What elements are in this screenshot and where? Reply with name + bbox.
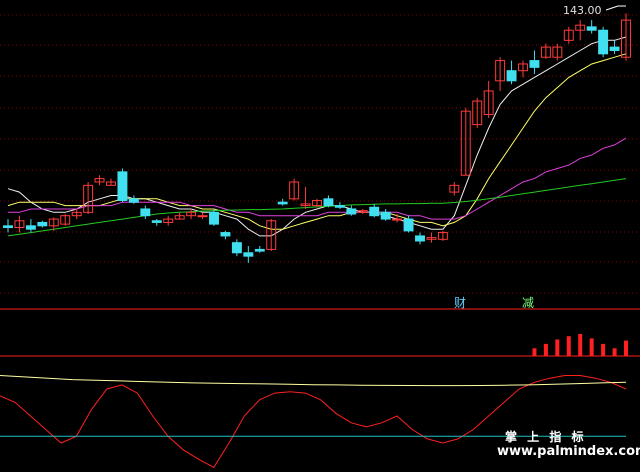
candle-body bbox=[609, 46, 620, 51]
candle-up bbox=[71, 208, 82, 220]
candle-body bbox=[3, 225, 13, 228]
candle-down bbox=[380, 208, 391, 221]
candle-up bbox=[266, 219, 277, 252]
candle-body bbox=[403, 218, 414, 232]
candle-body bbox=[506, 70, 517, 82]
price-gridlines bbox=[0, 14, 640, 294]
candle-up bbox=[483, 80, 494, 118]
candle-down bbox=[25, 219, 36, 233]
candle-body bbox=[209, 211, 219, 225]
candle-body bbox=[415, 235, 425, 242]
candle-up bbox=[552, 43, 563, 61]
candle-up bbox=[575, 20, 586, 41]
candle-down bbox=[609, 40, 620, 54]
candle-down bbox=[243, 246, 254, 263]
candle-body bbox=[598, 29, 609, 55]
signal-bar bbox=[578, 334, 583, 356]
candlesticks bbox=[3, 13, 631, 263]
candle-body bbox=[243, 252, 254, 257]
price-peak-marker bbox=[605, 5, 626, 11]
candle-up bbox=[495, 57, 506, 91]
candle-body bbox=[369, 206, 380, 217]
candle-down bbox=[231, 239, 242, 257]
candle-up bbox=[14, 215, 25, 233]
watermark-name: 掌 上 指 标 bbox=[505, 430, 587, 444]
signal-label-left: 财 bbox=[454, 296, 467, 310]
candle-up bbox=[163, 215, 174, 226]
candle-body bbox=[197, 215, 208, 218]
candle-up bbox=[300, 187, 311, 209]
candle-down bbox=[506, 60, 517, 85]
candle-up bbox=[437, 230, 448, 241]
candle-up bbox=[563, 26, 574, 44]
candle-down bbox=[117, 168, 128, 203]
candle-body bbox=[586, 26, 597, 31]
candle-down bbox=[37, 220, 48, 228]
candle-down bbox=[220, 230, 231, 240]
candle-body bbox=[392, 218, 403, 221]
candle-up bbox=[94, 175, 105, 186]
candle-body bbox=[231, 242, 242, 254]
candle-body bbox=[128, 198, 139, 203]
signal-bar bbox=[566, 336, 571, 356]
candle-down bbox=[346, 205, 357, 216]
candle-up bbox=[449, 181, 460, 196]
candle-up bbox=[426, 232, 437, 243]
signal-label-right: 减 bbox=[522, 296, 535, 310]
last-price-label: 143.00 bbox=[563, 4, 602, 17]
candle-up bbox=[197, 212, 208, 220]
candle-up bbox=[186, 208, 197, 220]
candle-body bbox=[254, 248, 265, 252]
candle-body bbox=[25, 225, 36, 230]
signal-bar bbox=[612, 348, 617, 356]
candle-down bbox=[415, 232, 425, 245]
candle-body bbox=[346, 208, 357, 215]
candle-up bbox=[83, 181, 94, 215]
candle-body bbox=[323, 198, 334, 207]
candle-up bbox=[60, 214, 71, 226]
signal-bars bbox=[532, 334, 628, 356]
candle-body bbox=[140, 208, 151, 217]
candle-down bbox=[3, 219, 13, 233]
candle-body bbox=[151, 220, 162, 223]
candle-down bbox=[277, 198, 288, 206]
candle-down bbox=[140, 205, 151, 220]
candle-body bbox=[117, 171, 128, 202]
candle-down bbox=[369, 203, 380, 218]
candle-body bbox=[380, 211, 391, 220]
candle-body bbox=[277, 201, 288, 205]
signal-bar bbox=[532, 348, 537, 356]
candle-up bbox=[540, 43, 551, 59]
signal-bar bbox=[589, 338, 594, 356]
candle-up bbox=[174, 212, 185, 220]
candle-up bbox=[472, 97, 483, 129]
candle-body bbox=[529, 60, 540, 68]
candle-up bbox=[289, 178, 300, 201]
oscillator-line bbox=[0, 375, 627, 387]
candle-body bbox=[220, 232, 231, 237]
candle-body bbox=[334, 205, 345, 208]
candle-up bbox=[518, 60, 528, 78]
candle-down bbox=[323, 195, 334, 208]
candle-down bbox=[128, 195, 139, 204]
candle-down bbox=[209, 208, 219, 226]
signal-bar bbox=[624, 340, 628, 356]
candle-body bbox=[37, 221, 48, 227]
candle-down bbox=[334, 202, 345, 209]
candle-up bbox=[460, 107, 471, 176]
chart-canvas bbox=[0, 5, 640, 468]
candle-up bbox=[621, 13, 631, 61]
candle-down bbox=[151, 219, 162, 226]
candle-up bbox=[312, 198, 322, 208]
signal-bar bbox=[543, 343, 548, 356]
signal-bar bbox=[555, 339, 560, 356]
watermark-url: www.palmindex.com bbox=[497, 444, 640, 459]
candle-down bbox=[586, 20, 597, 34]
last-price-pointer bbox=[605, 5, 626, 11]
candle-down bbox=[529, 50, 540, 75]
candle-up bbox=[106, 178, 116, 186]
signal-bar bbox=[601, 343, 606, 356]
candle-down bbox=[254, 246, 265, 253]
candle-down bbox=[598, 26, 609, 58]
